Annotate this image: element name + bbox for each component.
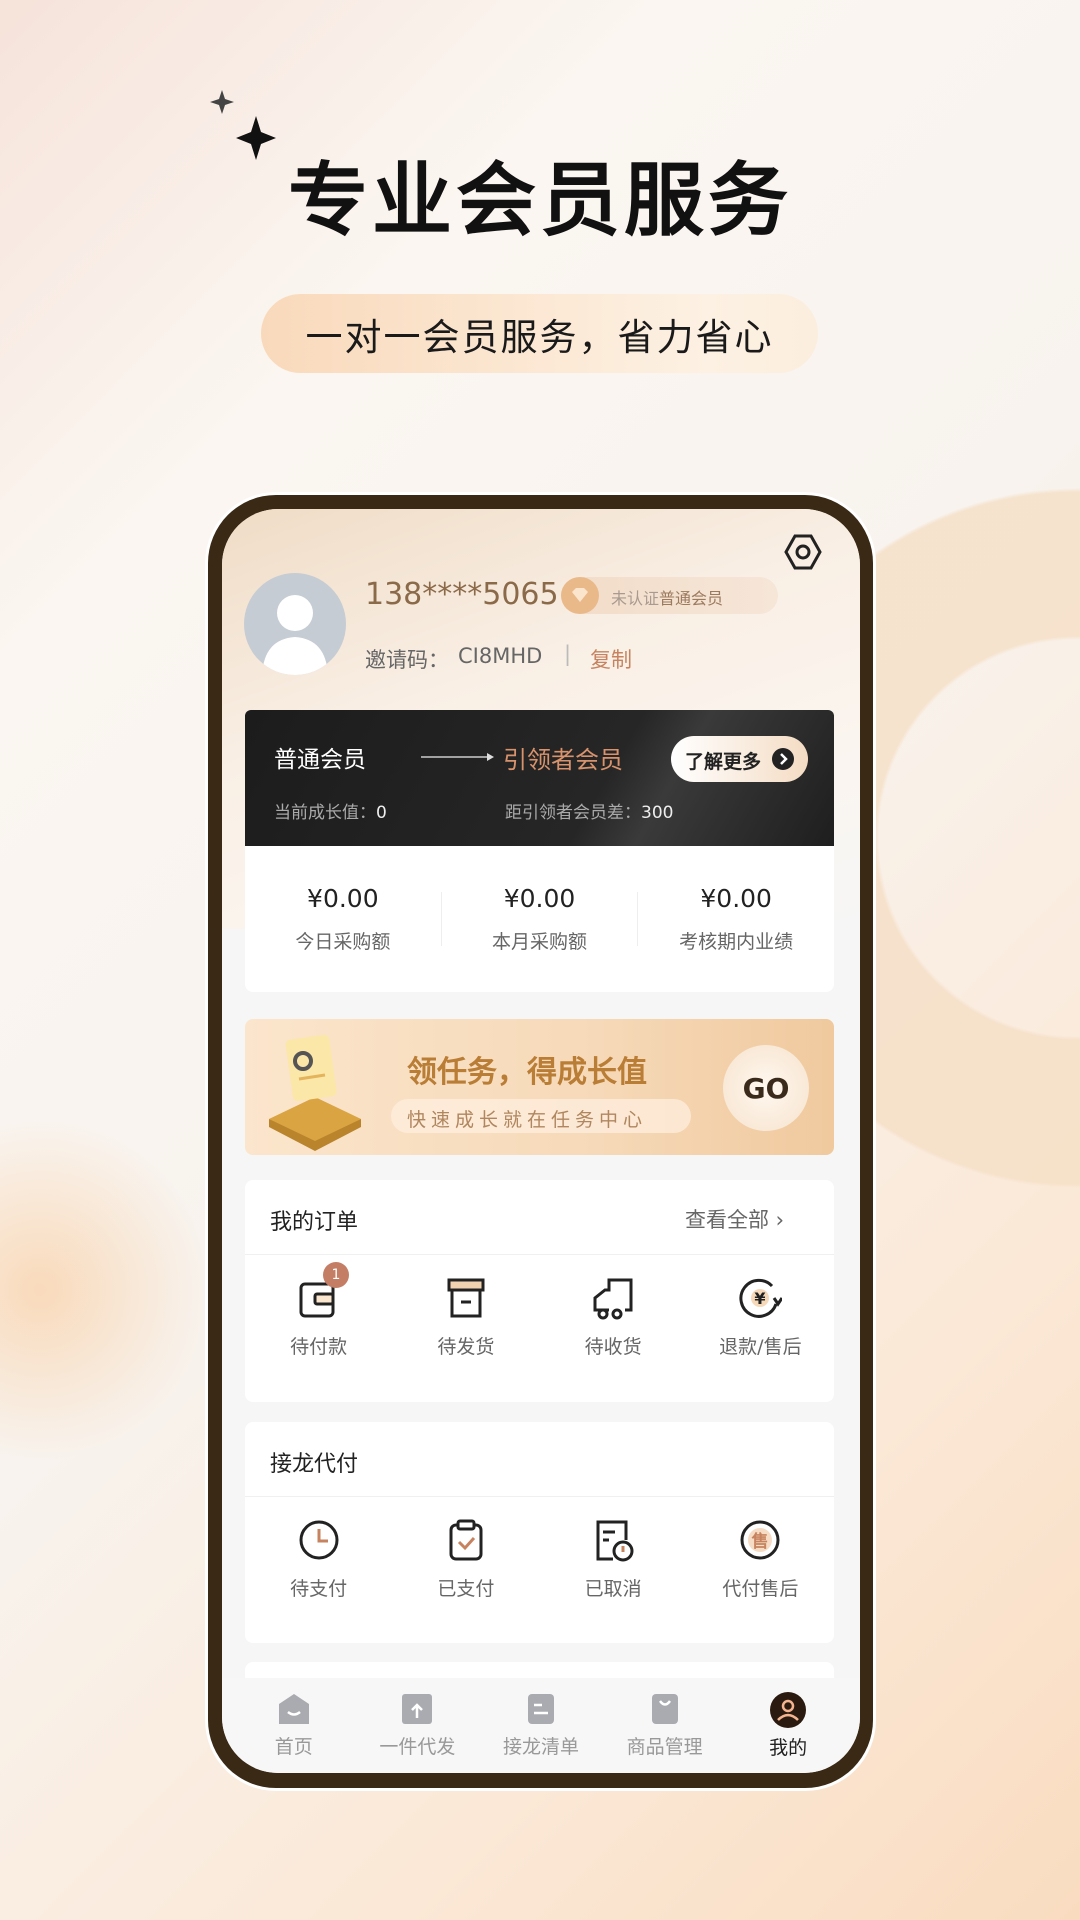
document-cancel-icon <box>596 1520 634 1562</box>
list-icon <box>527 1694 554 1724</box>
stat-month[interactable]: ¥0.00 本月采购额 <box>442 846 638 992</box>
tab-home[interactable]: 首页 <box>232 1678 356 1773</box>
clipboard-check-icon <box>449 1519 483 1561</box>
separator: | <box>564 642 572 666</box>
membership-card: 普通会员 引领者会员 了解更多 当前成长值：0 距引领者会员差：300 <box>245 710 834 846</box>
settings-icon[interactable] <box>784 533 822 571</box>
tab-relay-list[interactable]: 接龙清单 <box>479 1678 603 1773</box>
order-pending-shipment[interactable]: 待发货 <box>392 1276 539 1359</box>
notification-badge: 1 <box>323 1262 349 1288</box>
current-level: 普通会员 <box>274 747 366 773</box>
relay-title: 接龙代付 <box>270 1452 359 1477</box>
dropship-icon <box>402 1694 433 1724</box>
divider <box>245 1254 834 1255</box>
svg-text:¥: ¥ <box>755 1289 766 1308</box>
relay-pay-card: 接龙代付 待支付 已支付 已取消 售 代付售后 <box>245 1422 834 1643</box>
relay-after-sale[interactable]: 售 代付售后 <box>687 1518 834 1601</box>
view-all-link[interactable]: 查看全部 › <box>685 1204 784 1234</box>
diamond-icon <box>561 577 599 614</box>
next-card <box>245 1662 834 1678</box>
phone-number: 138****5065 <box>365 577 559 612</box>
gap-label: 距引领者会员差：300 <box>505 803 674 823</box>
growth-label: 当前成长值：0 <box>274 803 387 823</box>
learn-more-label: 了解更多 <box>685 751 762 773</box>
next-level: 引领者会员 <box>503 746 623 774</box>
tab-bar: 首页 一件代发 接龙清单 商品管理 我的 <box>222 1678 860 1773</box>
task-banner[interactable]: 领任务，得成长值 快速成长就在任务中心 GO <box>245 1019 834 1155</box>
profile-icon <box>770 1692 807 1728</box>
tab-mine[interactable]: 我的 <box>726 1678 850 1773</box>
task-subtitle-pill: 快速成长就在任务中心 <box>391 1099 691 1133</box>
svg-text:售: 售 <box>752 1531 769 1552</box>
order-pending-receipt[interactable]: 待收货 <box>540 1276 687 1359</box>
avatar[interactable] <box>244 573 346 675</box>
clock-icon <box>299 1520 339 1560</box>
badge-level: 普通会员 <box>659 589 724 608</box>
relay-status-row: 待支付 已支付 已取消 售 代付售后 <box>245 1518 834 1601</box>
promo-headline: 专业会员服务 <box>288 154 792 247</box>
member-badge[interactable]: 未认证 普通会员 <box>561 577 778 614</box>
stat-today[interactable]: ¥0.00 今日采购额 <box>245 846 441 992</box>
orders-title: 我的订单 <box>270 1210 359 1235</box>
relay-paid[interactable]: 已支付 <box>392 1518 539 1601</box>
order-pending-payment[interactable]: 1 待付款 <box>245 1262 392 1359</box>
truck-icon <box>593 1278 633 1320</box>
relay-pending[interactable]: 待支付 <box>245 1518 392 1601</box>
badge-prefix: 未认证 <box>611 589 660 608</box>
learn-more-button[interactable]: 了解更多 <box>671 736 808 782</box>
tab-dropship[interactable]: 一件代发 <box>356 1678 480 1773</box>
home-icon <box>278 1694 309 1724</box>
divider <box>245 1496 834 1497</box>
promo-subheadline: 一对一会员服务，省力省心 <box>261 294 818 373</box>
order-refund[interactable]: ¥ 退款/售后 <box>687 1276 834 1359</box>
phone-screen: 138****5065 未认证 普通会员 邀请码： CI8MHD | 复制 普通… <box>222 509 860 1773</box>
chevron-right-icon <box>772 748 794 770</box>
invite-label: 邀请码： <box>365 648 449 672</box>
task-illustration-icon <box>269 1034 361 1151</box>
tab-product-management[interactable]: 商品管理 <box>603 1678 727 1773</box>
stats-card: ¥0.00 今日采购额 ¥0.00 本月采购额 ¥0.00 考核期内业绩 <box>245 846 834 992</box>
orders-card: 我的订单 查看全部 › 1 待付款 待发货 待收货 ¥ 退款/售后 <box>245 1180 834 1402</box>
box-icon <box>447 1278 485 1318</box>
arrow-right-icon <box>421 753 494 761</box>
copy-button[interactable]: 复制 <box>590 644 632 674</box>
task-subtitle: 快速成长就在任务中心 <box>407 1109 648 1131</box>
invite-code: CI8MHD <box>458 644 543 668</box>
relay-cancelled[interactable]: 已取消 <box>540 1518 687 1601</box>
go-button[interactable]: GO <box>723 1045 809 1131</box>
task-title: 领任务，得成长值 <box>407 1055 647 1090</box>
refund-icon: ¥ <box>739 1278 783 1318</box>
bag-icon <box>651 1694 678 1724</box>
order-status-row: 1 待付款 待发货 待收货 ¥ 退款/售后 <box>245 1262 834 1359</box>
after-sale-icon: 售 <box>740 1520 780 1560</box>
stat-period[interactable]: ¥0.00 考核期内业绩 <box>638 846 834 992</box>
